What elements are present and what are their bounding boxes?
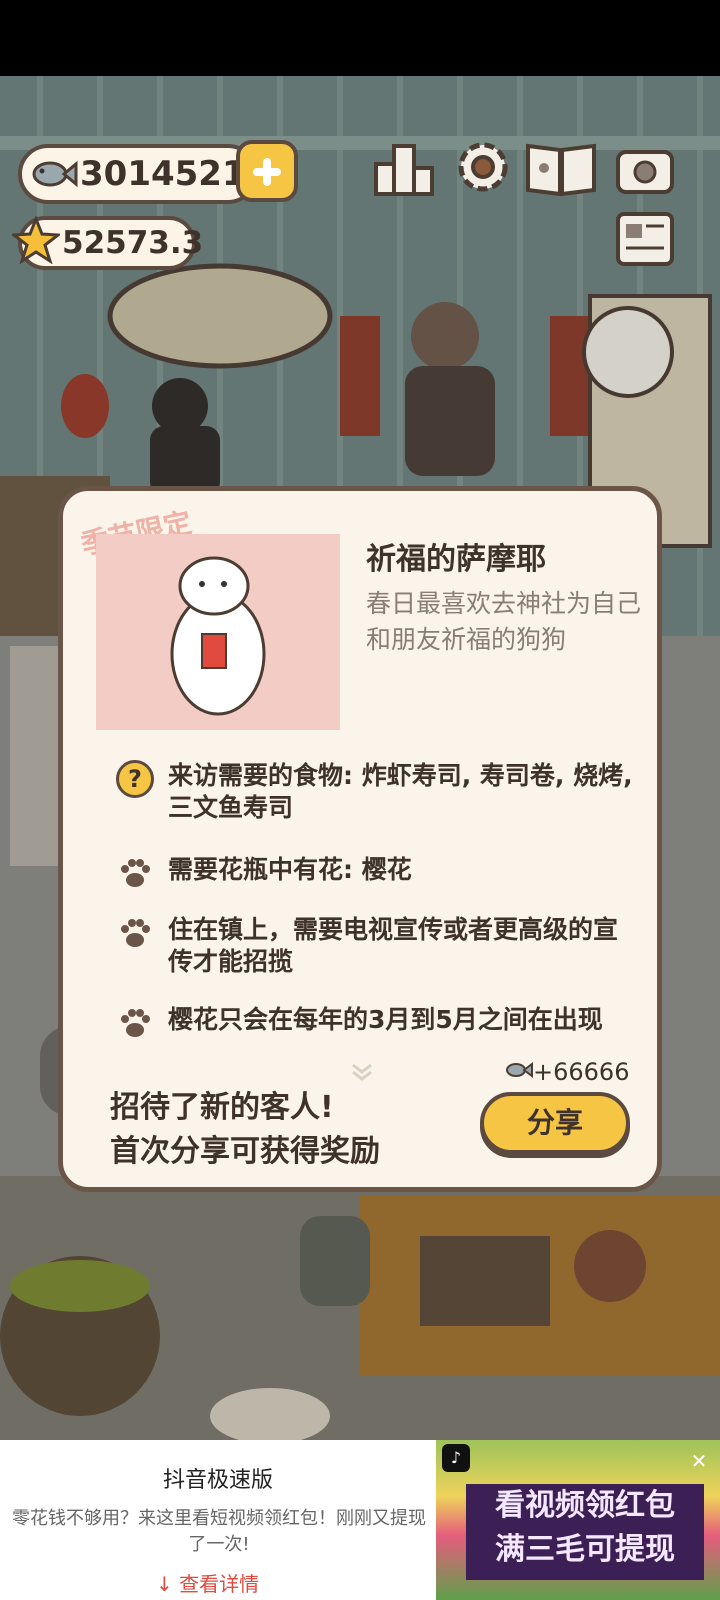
ad-title: 抖音极速版	[162, 1468, 273, 1493]
character-description: 春日最喜欢去神社为自己和朋友祈福的狗狗	[366, 589, 642, 654]
douyin-logo-icon: ♪	[442, 1444, 470, 1472]
add-currency-button[interactable]	[236, 140, 298, 202]
fish-amount: 3014521	[80, 154, 246, 194]
ad-banner-line-2: 满三毛可提现	[495, 1532, 675, 1567]
ad-text: 零花钱不够用？来这里看短视频领红包！刚刚又提现了一次!	[12, 1508, 426, 1555]
ranking-icon[interactable]	[372, 138, 438, 198]
ad-details-link[interactable]: ↓ 查看详情	[156, 1568, 259, 1597]
message-line-1: 招待了新的客人!	[110, 1090, 334, 1125]
requirement-text: 需要花瓶中有花: 樱花	[168, 855, 412, 884]
fish-icon	[32, 160, 78, 188]
star-amount: 52573.3	[62, 225, 204, 261]
star-icon	[12, 216, 60, 264]
ad-link-label: 查看详情	[179, 1572, 260, 1596]
samoyed-illustration	[170, 556, 266, 716]
message-line-2: 首次分享可获得奖励	[110, 1134, 380, 1169]
question-icon: ?	[116, 760, 154, 798]
ad-banner[interactable]: 抖音极速版 零花钱不够用？来这里看短视频领红包！刚刚又提现了一次! ↓ 查看详情…	[0, 1440, 720, 1600]
paw-book-icon[interactable]	[524, 138, 598, 198]
requirements-list[interactable]: ? 来访需要的食物: 炸虾寿司, 寿司卷, 烧烤, 三文鱼寿司 需要花瓶中有花:…	[60, 760, 660, 1042]
ad-image[interactable]: 看视频领红包 满三毛可提现 ✕	[436, 1440, 720, 1600]
star-currency: 52573.3	[12, 216, 203, 270]
character-name: 祈福的萨摩耶	[366, 542, 546, 577]
download-arrow-icon: ↓	[156, 1572, 173, 1596]
status-bar	[0, 0, 720, 76]
reward-amount: +66666	[533, 1058, 630, 1086]
fish-icon	[506, 1062, 533, 1078]
ad-promo-banner: 看视频领红包 满三毛可提现	[466, 1484, 704, 1580]
requirement-text: 来访需要的食物: 炸虾寿司, 寿司卷, 烧烤, 三文鱼寿司	[168, 761, 633, 822]
camera-icon[interactable]	[614, 142, 676, 196]
dialog-message: 招待了新的客人! 首次分享可获得奖励	[110, 1086, 380, 1174]
ad-banner-line-1: 看视频领红包	[495, 1488, 675, 1523]
paw-icon	[121, 859, 150, 887]
fish-currency: 3014521	[18, 144, 258, 204]
paw-icon	[121, 919, 150, 947]
close-icon[interactable]: ✕	[688, 1450, 710, 1472]
requirement-text: 樱花只会在每年的3月到5月之间在出现	[168, 1005, 603, 1034]
share-button[interactable]: 分享	[480, 1092, 630, 1154]
newspaper-icon[interactable]	[614, 210, 676, 268]
character-portrait	[96, 534, 340, 730]
share-reward: +66666	[505, 1058, 629, 1088]
requirement-text: 住在镇上，需要电视宣传或者更高级的宣传才能招揽	[168, 915, 619, 976]
settings-gear-icon[interactable]	[452, 136, 514, 198]
scroll-down-icon	[352, 1063, 372, 1081]
paw-icon	[121, 1009, 150, 1037]
